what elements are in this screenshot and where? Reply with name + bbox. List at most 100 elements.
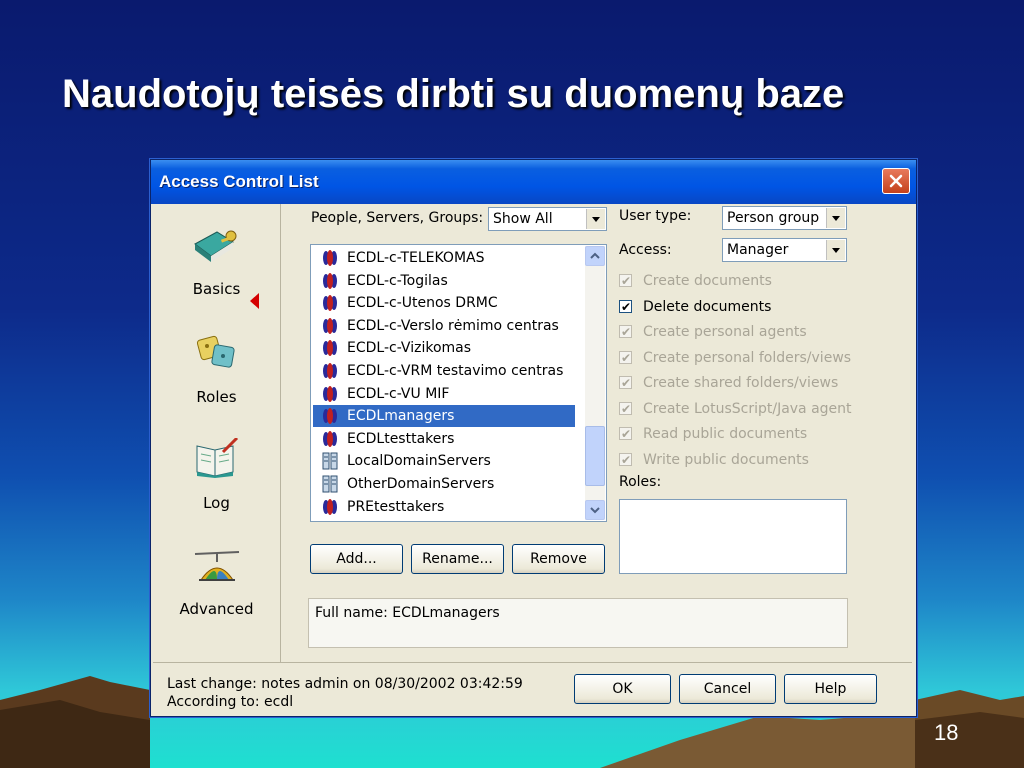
permission-checkbox[interactable]: ✔ Create shared folders/views: [619, 374, 879, 394]
permission-checkbox[interactable]: ✔ Write public documents: [619, 451, 879, 471]
list-item-label: ECDLtesttakers: [347, 430, 455, 447]
acl-dialog: Access Control List Basics Roles Log Adv…: [150, 159, 917, 717]
entries-list[interactable]: ECDL-c-TELEKOMAS ECDL-c-Togilas ECDL-c-Ute…: [310, 244, 607, 522]
nav-item-advanced[interactable]: Advanced: [153, 544, 280, 624]
permission-checkbox[interactable]: ✔ Create LotusScript/Java agent: [619, 400, 879, 420]
checkbox-box[interactable]: ✔: [619, 452, 632, 467]
list-item-label: ECDL-c-Utenos DRMC: [347, 295, 498, 312]
cancel-button[interactable]: Cancel: [679, 674, 776, 704]
close-button[interactable]: [882, 168, 910, 194]
list-item[interactable]: ECDL-c-VU MIF: [313, 383, 575, 405]
group-icon: [321, 317, 339, 335]
access-select[interactable]: Manager: [722, 238, 847, 262]
list-item-label: ECDL-c-Vizikomas: [347, 340, 472, 357]
nav-item-roles[interactable]: Roles: [153, 332, 280, 412]
list-item[interactable]: ECDL-c-TELEKOMAS: [313, 247, 575, 269]
filter-select[interactable]: Show All: [488, 207, 607, 231]
permission-label: Create personal agents: [643, 324, 807, 340]
add-button[interactable]: Add...: [310, 544, 403, 574]
group-icon: [321, 272, 339, 290]
permission-label: Write public documents: [643, 451, 809, 468]
checkbox-box[interactable]: ✔: [619, 299, 632, 314]
list-item-label: ECDLmanagers: [347, 408, 455, 425]
permission-label: Read public documents: [643, 426, 808, 442]
list-item[interactable]: OtherDomainServers: [313, 473, 575, 495]
filter-label: People, Servers, Groups:: [311, 210, 484, 226]
list-item[interactable]: PREtesttakers: [313, 496, 575, 518]
list-item[interactable]: ECDL-c-Verslo rėmimo centras: [313, 315, 575, 337]
close-icon: [889, 174, 903, 188]
access-value: Manager: [727, 242, 789, 258]
rename-button[interactable]: Rename...: [411, 544, 504, 574]
scroll-down-button[interactable]: [585, 500, 605, 520]
scroll-thumb[interactable]: [585, 426, 605, 486]
permission-checkbox[interactable]: ✔ Create personal folders/views: [619, 349, 879, 369]
list-item[interactable]: ECDLmanagers: [313, 405, 575, 428]
title-bar[interactable]: Access Control List: [151, 160, 916, 204]
nav-label-log: Log: [203, 494, 230, 512]
permission-label: Create personal folders/views: [643, 349, 852, 366]
permission-checkbox[interactable]: ✔ Read public documents: [619, 425, 879, 445]
checkmark-icon: ✔: [621, 325, 632, 339]
checkmark-icon: ✔: [621, 350, 632, 365]
nav-item-basics[interactable]: Basics: [153, 224, 280, 304]
checkmark-icon: ✔: [621, 427, 632, 441]
list-item-label: ECDL-c-VU MIF: [347, 385, 450, 402]
group-icon: [321, 407, 339, 425]
permission-checkbox[interactable]: ✔ Delete documents: [619, 298, 879, 318]
list-item-label: PREtesttakers: [347, 498, 445, 515]
list-item-label: LocalDomainServers: [347, 453, 491, 470]
list-item[interactable]: ECDL-c-Vizikomas: [313, 337, 575, 359]
advanced-icon: [194, 551, 240, 581]
user-type-value: Person group: [727, 210, 820, 226]
checkmark-icon: ✔: [621, 274, 632, 288]
list-item[interactable]: LocalDomainServers: [313, 450, 575, 472]
group-icon: [321, 498, 339, 516]
user-type-select[interactable]: Person group: [722, 206, 847, 230]
group-icon: [321, 385, 339, 403]
permission-checkbox[interactable]: ✔ Create documents: [619, 272, 879, 292]
list-item-label: ECDL-c-Verslo rėmimo centras: [347, 317, 559, 334]
list-item-label: ECDL-c-TELEKOMAS: [347, 250, 485, 266]
checkmark-icon: ✔: [621, 299, 632, 314]
group-icon: [321, 339, 339, 357]
list-item[interactable]: ECDLtesttakers: [313, 428, 575, 450]
checkmark-icon: ✔: [621, 452, 632, 467]
roles-icon: [196, 335, 235, 368]
ok-button[interactable]: OK: [574, 674, 671, 704]
checkmark-icon: ✔: [621, 401, 632, 416]
list-scrollbar[interactable]: [585, 246, 605, 520]
list-item[interactable]: ECDL-c-VRM testavimo centras: [313, 360, 575, 382]
according-to-text: According to: ecdl: [167, 694, 294, 710]
user-type-label: User type:: [619, 208, 692, 224]
checkbox-box[interactable]: ✔: [619, 274, 632, 288]
full-name-text: Full name: ECDLmanagers: [315, 605, 500, 621]
scroll-up-button[interactable]: [585, 246, 605, 266]
checkbox-box[interactable]: ✔: [619, 325, 632, 339]
nav-label-advanced: Advanced: [179, 600, 254, 618]
remove-button[interactable]: Remove: [512, 544, 605, 574]
permission-label: Create documents: [643, 273, 772, 289]
permission-checkbox[interactable]: ✔ Create personal agents: [619, 323, 879, 343]
list-item[interactable]: ECDL-c-Utenos DRMC: [313, 292, 575, 314]
server-icon: [321, 475, 339, 493]
help-button[interactable]: Help: [784, 674, 877, 704]
roles-listbox[interactable]: [619, 499, 847, 574]
checkmark-icon: ✔: [621, 376, 632, 390]
chevron-down-icon[interactable]: [826, 208, 845, 228]
nav-pane: Basics Roles Log Advanced: [153, 204, 281, 662]
list-item[interactable]: ECDL-c-Togilas: [313, 270, 575, 292]
nav-item-log[interactable]: Log: [153, 438, 280, 518]
server-icon: [321, 452, 339, 470]
chevron-down-icon[interactable]: [586, 209, 605, 229]
nav-label-basics: Basics: [192, 280, 241, 298]
page-number: 18: [934, 720, 959, 745]
checkbox-box[interactable]: ✔: [619, 427, 632, 441]
permission-label: Create shared folders/views: [643, 375, 839, 391]
chevron-down-icon: [590, 507, 600, 514]
checkbox-box[interactable]: ✔: [619, 350, 632, 365]
checkbox-box[interactable]: ✔: [619, 376, 632, 390]
chevron-down-icon[interactable]: [826, 240, 845, 260]
permission-label: Create LotusScript/Java agent: [643, 400, 852, 417]
checkbox-box[interactable]: ✔: [619, 401, 632, 416]
